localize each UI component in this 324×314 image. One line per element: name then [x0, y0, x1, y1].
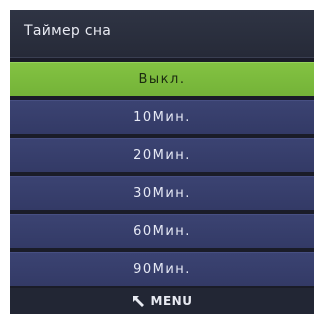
- option-label: 10Мин.: [133, 110, 191, 125]
- back-arrow-icon: [132, 296, 144, 307]
- menu-label: MENU: [150, 294, 193, 308]
- menu-back-hint[interactable]: MENU: [10, 288, 314, 314]
- option-30-min[interactable]: 30Мин.: [10, 176, 314, 210]
- option-90-min[interactable]: 90Мин.: [10, 252, 314, 286]
- sleep-timer-options: Выкл. 10Мин. 20Мин. 30Мин. 60Мин. 90Мин.: [10, 62, 314, 290]
- sleep-timer-screen: Таймер сна Выкл. 10Мин. 20Мин. 30Мин. 60…: [10, 10, 314, 314]
- option-label: 60Мин.: [133, 224, 191, 239]
- option-60-min[interactable]: 60Мин.: [10, 214, 314, 248]
- page-title: Таймер сна: [24, 23, 112, 39]
- option-20-min[interactable]: 20Мин.: [10, 138, 314, 172]
- option-label: 20Мин.: [133, 148, 191, 163]
- option-label: 30Мин.: [133, 186, 191, 201]
- option-label: 90Мин.: [133, 262, 191, 277]
- option-10-min[interactable]: 10Мин.: [10, 100, 314, 134]
- option-off[interactable]: Выкл.: [10, 62, 314, 96]
- option-label: Выкл.: [138, 72, 186, 87]
- header-bar: Таймер сна: [10, 10, 314, 58]
